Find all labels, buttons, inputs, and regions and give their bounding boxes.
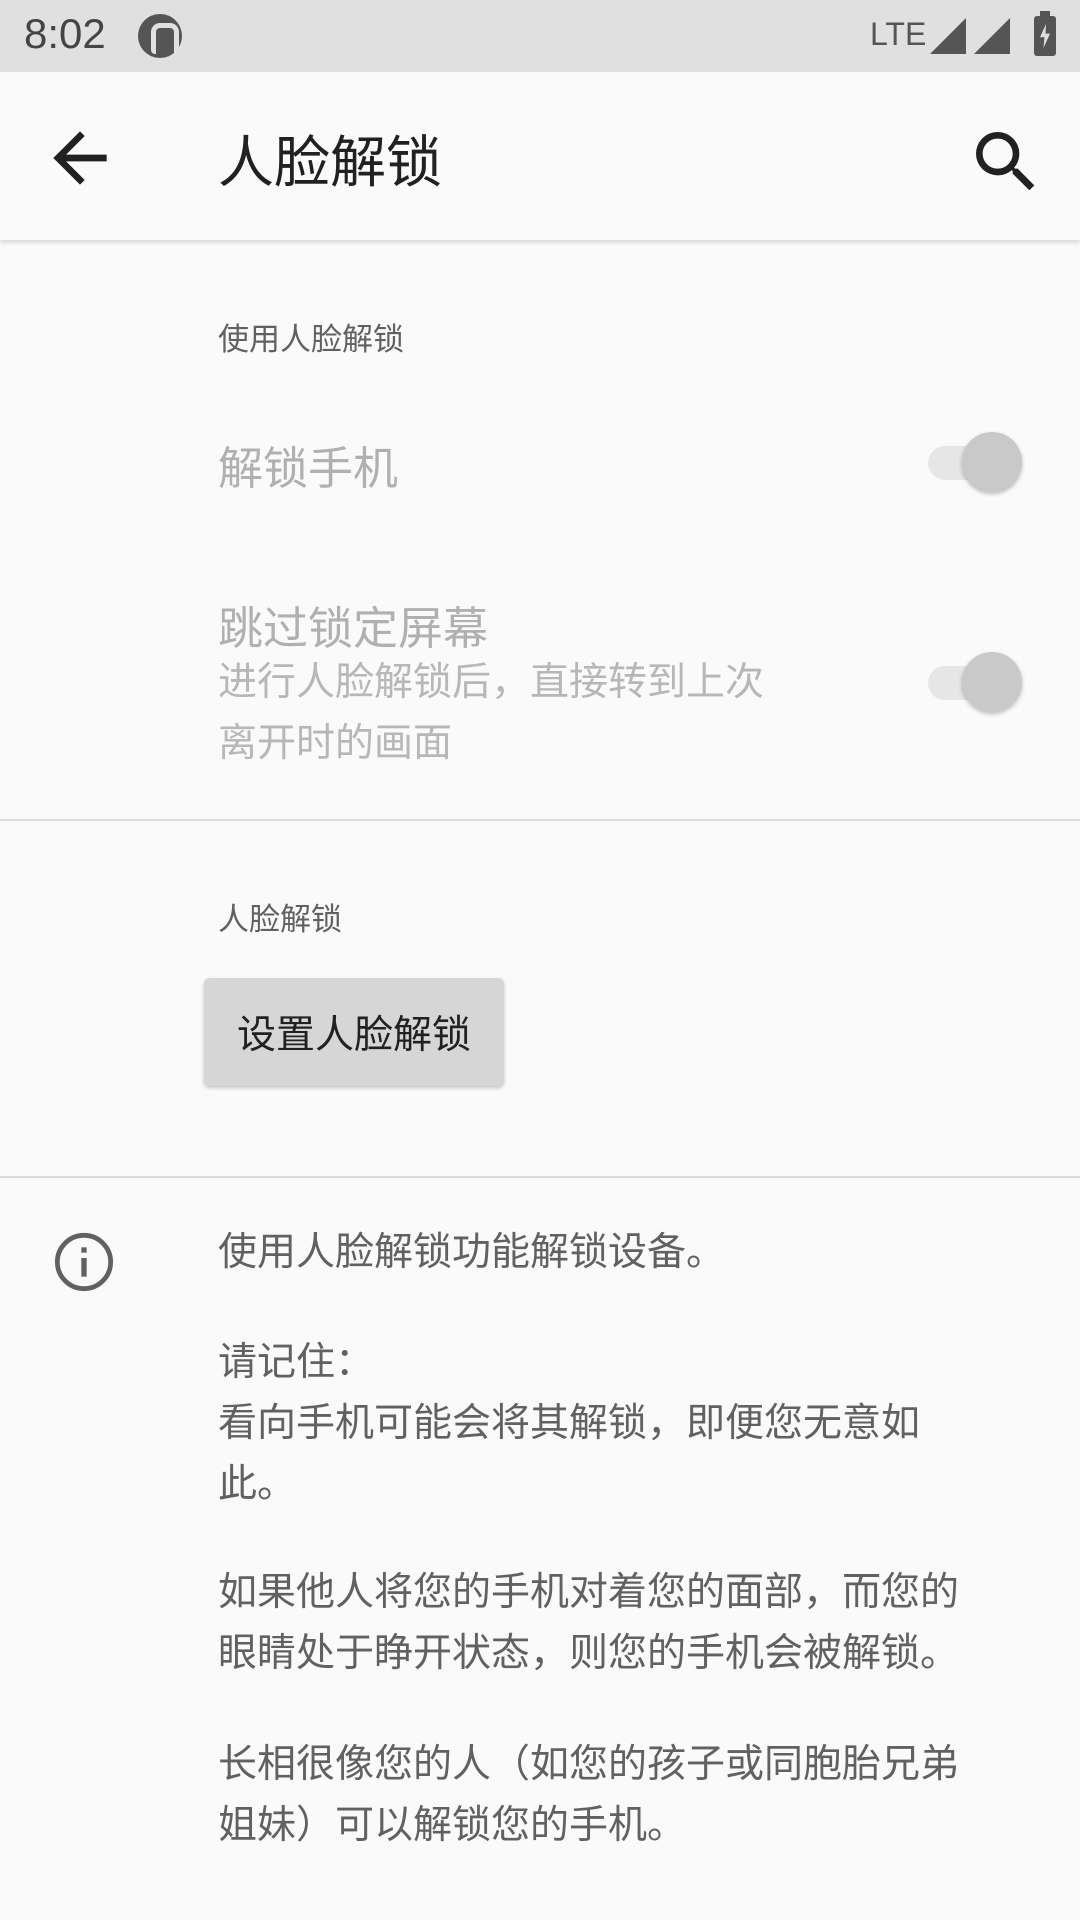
- status-time: 8:02: [24, 10, 106, 57]
- app-notification-icon: [138, 14, 182, 58]
- unlock-phone-title: 解锁手机: [218, 442, 399, 495]
- info-line: 请记住：: [218, 1340, 375, 1385]
- signal-icon: [974, 18, 1010, 54]
- search-icon: [976, 132, 1035, 191]
- info-line: 如果他人将您的手机对着您的面部，而您的: [218, 1570, 960, 1615]
- summary-line: 进行人脸解锁后，直接转到上次: [218, 660, 765, 705]
- skip-lock-screen-switch[interactable]: [926, 648, 1022, 712]
- status-bar: 8:02 LTE: [0, 0, 1080, 72]
- setup-face-unlock-button[interactable]: 设置人脸解锁: [204, 978, 504, 1086]
- section-header-use-face-unlock: 使用人脸解锁: [218, 322, 404, 358]
- info-icon: [52, 1230, 116, 1294]
- switch-thumb: [962, 652, 1022, 712]
- switch-thumb: [962, 432, 1022, 492]
- info-line: 使用人脸解锁功能解锁设备。: [218, 1230, 726, 1275]
- summary-line: 离开时的画面: [218, 721, 453, 766]
- network-type-label: LTE: [870, 16, 927, 52]
- info-line: 长相很像您的人（如您的孩子或同胞胎兄弟: [218, 1742, 960, 1787]
- info-line: 此。: [218, 1462, 297, 1507]
- app-bar: 人脸解锁: [0, 72, 1080, 240]
- info-line: 姐妹）可以解锁您的手机。: [218, 1803, 687, 1848]
- info-line: 看向手机可能会将其解锁，即便您无意如: [218, 1401, 921, 1446]
- info-paragraph: 请记住： 看向手机可能会将其解锁，即便您无意如 此。: [218, 1332, 1048, 1515]
- page-title: 人脸解锁: [218, 131, 442, 196]
- divider: [0, 1176, 1080, 1178]
- arrow-back-icon: [53, 131, 107, 185]
- unlock-phone-switch[interactable]: [926, 428, 1022, 492]
- signal-icon: [930, 18, 966, 54]
- section-header-face-unlock: 人脸解锁: [218, 902, 342, 938]
- back-button[interactable]: [40, 118, 120, 198]
- info-paragraph: 使用人脸解锁功能解锁设备。: [218, 1222, 1048, 1283]
- skip-lock-screen-summary: 进行人脸解锁后，直接转到上次 离开时的画面: [218, 652, 838, 774]
- skip-lock-screen-title: 跳过锁定屏幕: [218, 602, 489, 655]
- info-paragraph: 长相很像您的人（如您的孩子或同胞胎兄弟 姐妹）可以解锁您的手机。: [218, 1734, 1048, 1856]
- search-button[interactable]: [966, 122, 1046, 202]
- info-paragraph: 如果他人将您的手机对着您的面部，而您的 眼睛处于睁开状态，则您的手机会被解锁。: [218, 1562, 1048, 1684]
- divider: [0, 819, 1080, 821]
- info-line: 眼睛处于睁开状态，则您的手机会被解锁。: [218, 1631, 960, 1676]
- battery-charging-icon: [1034, 11, 1056, 56]
